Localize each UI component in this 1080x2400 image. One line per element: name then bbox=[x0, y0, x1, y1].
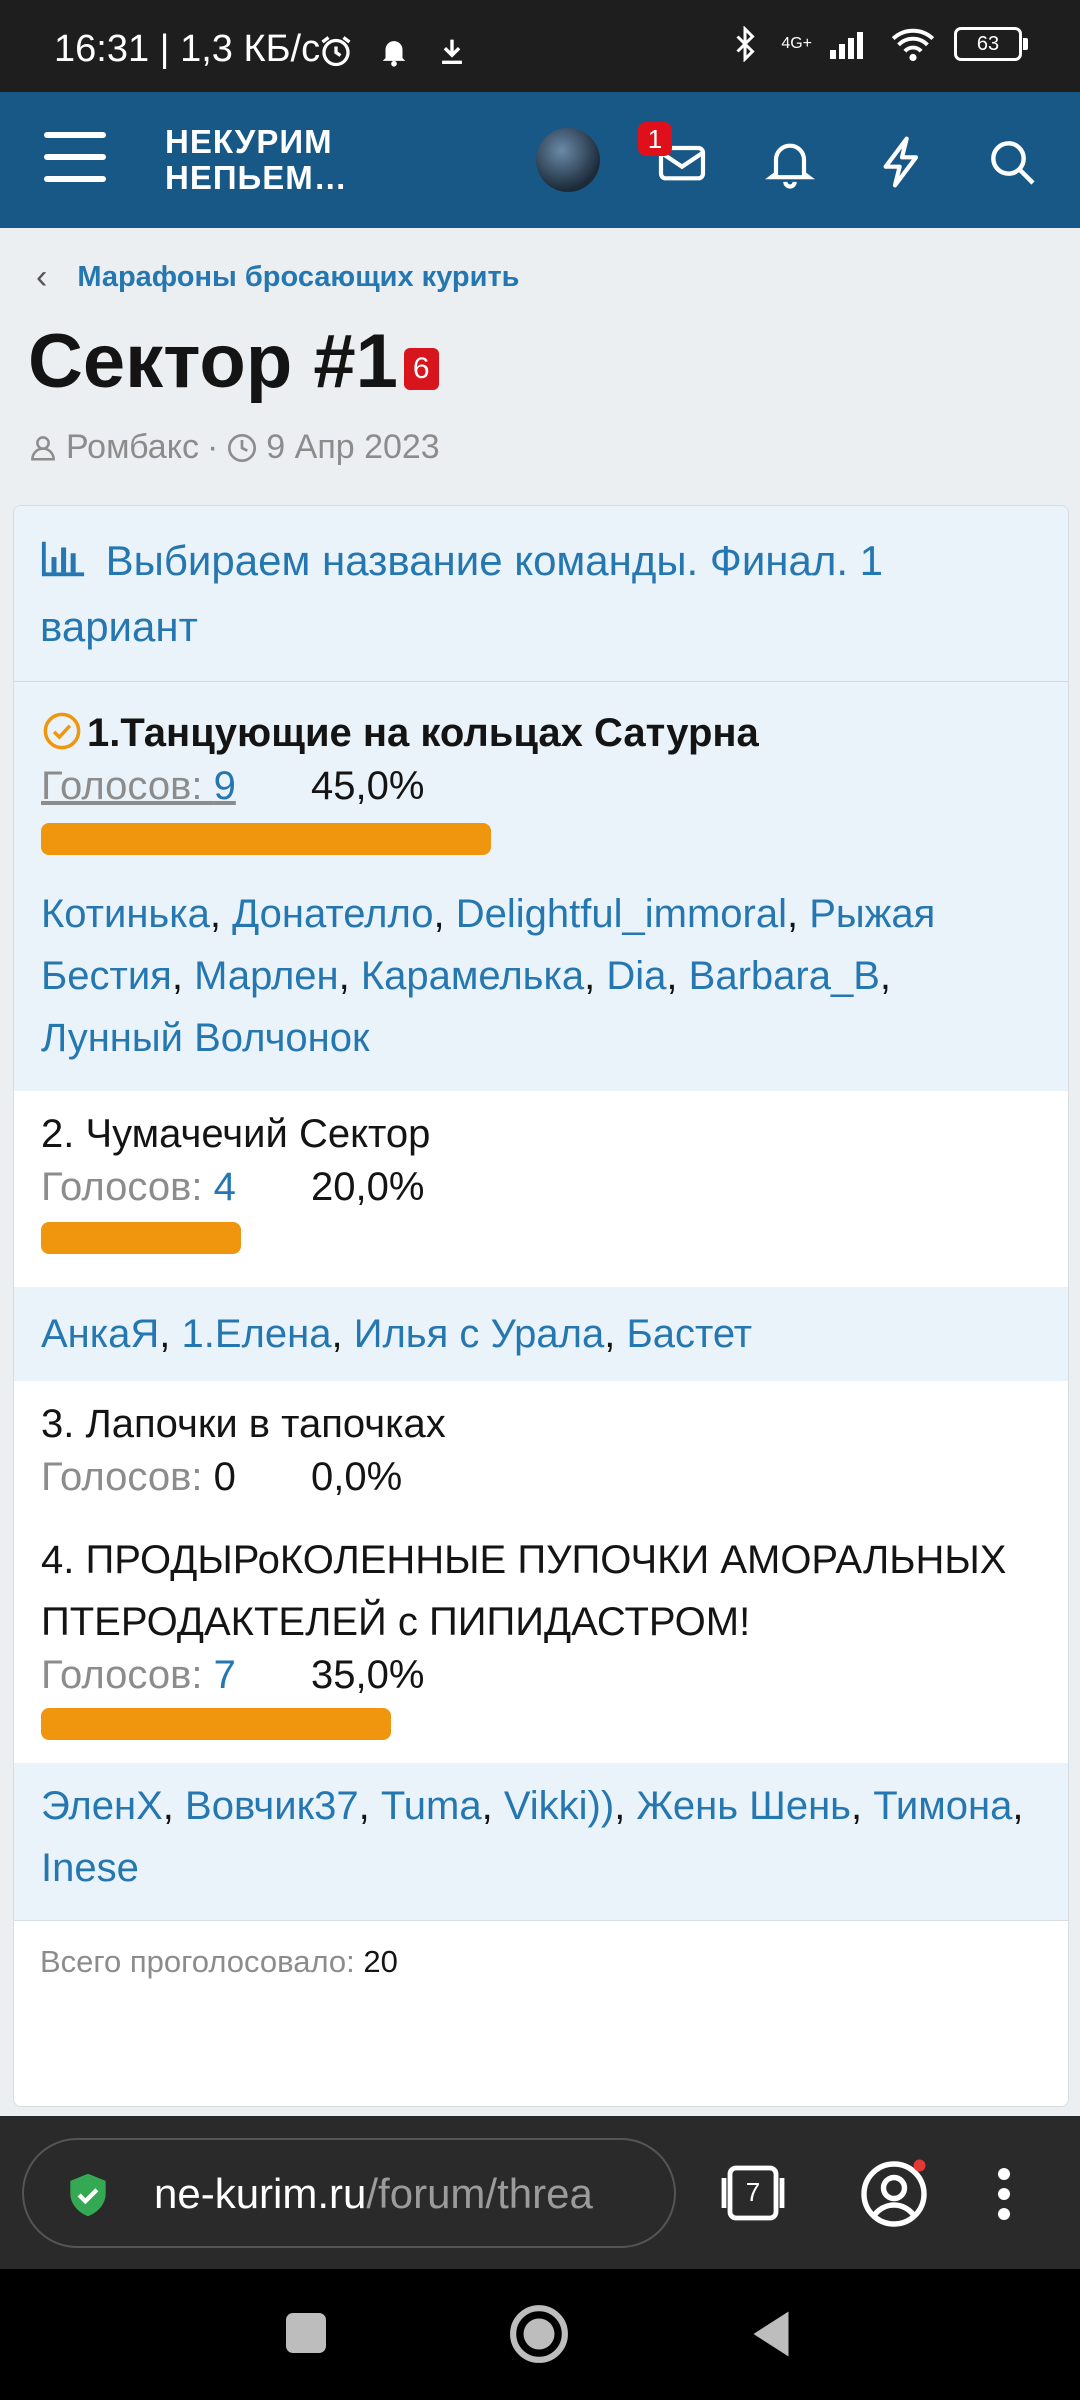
poll-option-3: 3. Лапочки в тапочках Голосов: 0 0,0% bbox=[14, 1381, 1068, 1529]
votes-percent: 35,0% bbox=[311, 1653, 425, 1697]
user-avatar[interactable] bbox=[536, 128, 600, 192]
option-title: 2. Чумачечий Сектор bbox=[41, 1112, 431, 1156]
breadcrumb[interactable]: ‹ Марафоны бросающих курить bbox=[36, 258, 520, 297]
site-logo[interactable]: НЕКУРИМ НЕПЬЕМ… bbox=[165, 124, 348, 196]
votes-count[interactable]: Голосов: 7 bbox=[41, 1653, 311, 1698]
voter-link[interactable]: Донателло bbox=[232, 892, 433, 936]
thread-meta: Ромбакс · 9 Апр 2023 bbox=[28, 428, 440, 467]
url-text[interactable]: ne-kurim.ru/forum/threa bbox=[154, 2170, 593, 2218]
vote-bar bbox=[41, 1222, 241, 1254]
voter-link[interactable]: ЭленХ bbox=[41, 1784, 163, 1828]
voter-link[interactable]: Бастет bbox=[626, 1312, 752, 1356]
poll-total: Всего проголосовало: 20 bbox=[14, 1920, 1068, 2002]
voter-link[interactable]: Котинька bbox=[41, 892, 210, 936]
voter-link[interactable]: Tuma bbox=[381, 1784, 482, 1828]
vote-bar bbox=[41, 823, 491, 855]
bluetooth-icon bbox=[736, 26, 755, 62]
thread-date[interactable]: 9 Апр 2023 bbox=[266, 428, 439, 467]
poll-option-2-voters: АнкаЯ, 1.Елена, Илья с Урала, Бастет bbox=[14, 1287, 1068, 1381]
voter-link[interactable]: Delightful_immoral bbox=[456, 892, 787, 936]
more-vertical-icon[interactable] bbox=[984, 2164, 1024, 2224]
check-circle-icon bbox=[43, 712, 81, 750]
title-badge: 6 bbox=[403, 348, 439, 390]
tabs-button[interactable]: 7 bbox=[718, 2160, 788, 2226]
voter-link[interactable]: Карамелька bbox=[361, 954, 584, 998]
bell-status-icon bbox=[383, 41, 406, 67]
votes-percent: 0,0% bbox=[311, 1455, 403, 1499]
voter-link[interactable]: АнкаЯ bbox=[41, 1312, 159, 1356]
user-icon bbox=[31, 435, 55, 460]
voter-link[interactable]: Vikki)) bbox=[504, 1784, 614, 1828]
recents-button[interactable] bbox=[286, 2313, 326, 2353]
lightning-icon[interactable] bbox=[874, 134, 930, 190]
site-header: НЕКУРИМ НЕПЬЕМ… 1 bbox=[0, 92, 1080, 228]
tabs-count: 7 bbox=[745, 2177, 761, 2207]
shield-check-icon bbox=[70, 2173, 106, 2217]
battery-indicator: 63 bbox=[954, 27, 1028, 61]
account-icon[interactable] bbox=[858, 2158, 930, 2230]
option-title: 1.Танцующие на кольцах Сатурна bbox=[41, 702, 1041, 764]
poll-option-4: 4. ПРОДЫРоКОЛЕННЫЕ ПУПОЧКИ АМОРАЛЬНЫХ ПТ… bbox=[14, 1529, 1068, 1763]
system-nav-bar bbox=[0, 2269, 1080, 2400]
voter-list: ЭленХ, Вовчик37, Tuma, Vikki)), Жень Шен… bbox=[41, 1784, 1024, 1890]
voter-link[interactable]: Dia bbox=[606, 954, 666, 998]
voter-link[interactable]: Вовчик37 bbox=[185, 1784, 359, 1828]
voter-link[interactable]: Тимона bbox=[873, 1784, 1012, 1828]
voter-link[interactable]: 1.Елена bbox=[182, 1312, 332, 1356]
status-time: 16:31 | 1,3 КБ/с bbox=[54, 28, 321, 70]
voter-list: АнкаЯ, 1.Елена, Илья с Урала, Бастет bbox=[41, 1312, 753, 1356]
poll-option-1: 1.Танцующие на кольцах Сатурна Голосов: … bbox=[14, 682, 1068, 1091]
signal-icon bbox=[830, 32, 863, 59]
vote-bar bbox=[41, 1708, 391, 1740]
voter-link[interactable]: Илья с Урала bbox=[354, 1312, 605, 1356]
inbox-badge: 1 bbox=[638, 122, 672, 156]
download-icon bbox=[441, 39, 462, 65]
poll-option-4-voters: ЭленХ, Вовчик37, Tuma, Vikki)), Жень Шен… bbox=[14, 1763, 1068, 1920]
voter-link[interactable]: Жень Шень bbox=[636, 1784, 851, 1828]
votes-count-link[interactable]: Голосов: 9 bbox=[41, 764, 311, 809]
thread-author[interactable]: Ромбакс bbox=[66, 428, 199, 467]
poll-question: Выбираем название команды. Финал. 1 вари… bbox=[14, 506, 1068, 682]
menu-icon[interactable] bbox=[44, 132, 106, 186]
chevron-left-icon: ‹ bbox=[36, 258, 48, 296]
poll-block: Выбираем название команды. Финал. 1 вари… bbox=[13, 505, 1069, 2107]
bar-chart-icon bbox=[41, 541, 85, 577]
wifi-icon bbox=[891, 28, 935, 62]
bell-icon[interactable] bbox=[762, 134, 818, 190]
address-bar[interactable]: ne-kurim.ru/forum/threa bbox=[22, 2138, 676, 2248]
browser-toolbar: ne-kurim.ru/forum/threa 7 bbox=[0, 2116, 1080, 2269]
network-type: 4G+ bbox=[781, 35, 812, 52]
votes-percent: 20,0% bbox=[311, 1165, 425, 1209]
status-bar: 16:31 | 1,3 КБ/с 4G+ 63 bbox=[0, 0, 1080, 92]
votes-percent: 45,0% bbox=[311, 764, 425, 808]
voter-link[interactable]: Марлен bbox=[194, 954, 339, 998]
poll-option-2: 2. Чумачечий Сектор Голосов: 4 20,0% bbox=[14, 1091, 1068, 1287]
search-icon[interactable] bbox=[984, 134, 1040, 190]
home-button[interactable] bbox=[508, 2303, 570, 2365]
option-title: 3. Лапочки в тапочках bbox=[41, 1402, 446, 1446]
clock-icon bbox=[228, 433, 257, 462]
votes-count: Голосов: 0 bbox=[41, 1455, 236, 1499]
voter-list: Котинька, Донателло, Delightful_immoral,… bbox=[41, 892, 936, 1060]
option-title: 4. ПРОДЫРоКОЛЕННЫЕ ПУПОЧКИ АМОРАЛЬНЫХ ПТ… bbox=[41, 1538, 1007, 1644]
breadcrumb-link[interactable]: Марафоны бросающих курить bbox=[77, 261, 519, 294]
page-title: Сектор #1 6 bbox=[28, 318, 439, 405]
votes-count[interactable]: Голосов: 4 bbox=[41, 1165, 311, 1210]
status-notification-icons bbox=[318, 30, 469, 69]
back-button[interactable] bbox=[750, 2309, 792, 2359]
voter-link[interactable]: Inese bbox=[41, 1846, 139, 1890]
voter-link[interactable]: Barbara_B bbox=[689, 954, 880, 998]
alarm-icon bbox=[321, 36, 351, 67]
voter-link[interactable]: Лунный Волчонок bbox=[41, 1016, 370, 1060]
